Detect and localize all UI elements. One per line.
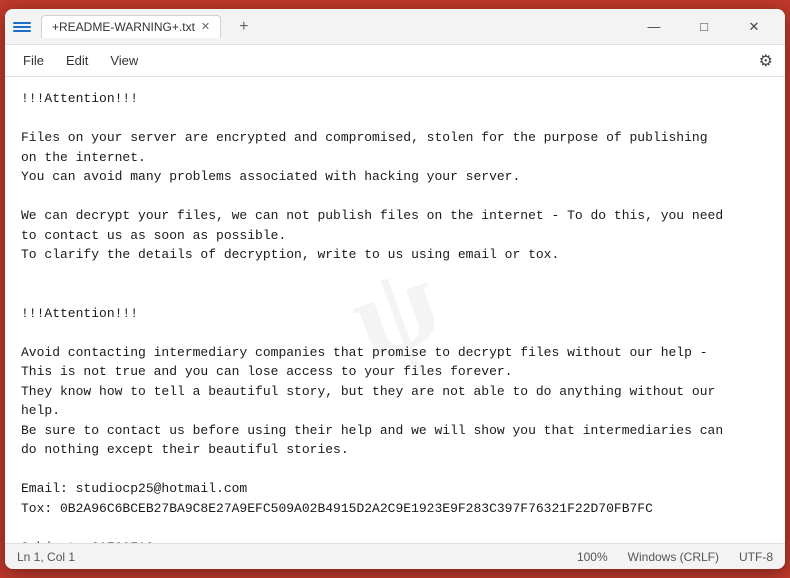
minimize-button[interactable]: — <box>631 11 677 43</box>
text-editor-area[interactable]: ψ !!!Attention!!! Files on your server a… <box>5 77 785 543</box>
app-icon <box>13 18 31 36</box>
encoding[interactable]: UTF-8 <box>739 550 773 564</box>
tab-close-button[interactable]: ✕ <box>201 22 210 33</box>
menu-bar: File Edit View ⚙ <box>5 45 785 77</box>
title-bar-left: +README-WARNING+.txt ✕ + <box>13 15 631 38</box>
zoom-level[interactable]: 100% <box>577 550 608 564</box>
line-ending[interactable]: Windows (CRLF) <box>628 550 719 564</box>
status-bar: Ln 1, Col 1 100% Windows (CRLF) UTF-8 <box>5 543 785 569</box>
file-menu[interactable]: File <box>13 49 54 72</box>
new-tab-button[interactable]: + <box>233 16 254 38</box>
close-button[interactable]: ✕ <box>731 11 777 43</box>
cursor-position: Ln 1, Col 1 <box>17 550 75 564</box>
menu-items: File Edit View <box>13 49 148 72</box>
maximize-button[interactable]: □ <box>681 11 727 43</box>
settings-button[interactable]: ⚙ <box>755 47 777 75</box>
tab-label: +README-WARNING+.txt <box>52 20 195 34</box>
edit-menu[interactable]: Edit <box>56 49 98 72</box>
status-right: 100% Windows (CRLF) UTF-8 <box>577 550 773 564</box>
window-controls: — □ ✕ <box>631 11 777 43</box>
status-left: Ln 1, Col 1 <box>17 550 75 564</box>
notepad-window: +README-WARNING+.txt ✕ + — □ ✕ File Edit… <box>5 9 785 569</box>
document-text: !!!Attention!!! Files on your server are… <box>21 89 769 543</box>
title-bar: +README-WARNING+.txt ✕ + — □ ✕ <box>5 9 785 45</box>
active-tab[interactable]: +README-WARNING+.txt ✕ <box>41 15 221 38</box>
view-menu[interactable]: View <box>100 49 148 72</box>
